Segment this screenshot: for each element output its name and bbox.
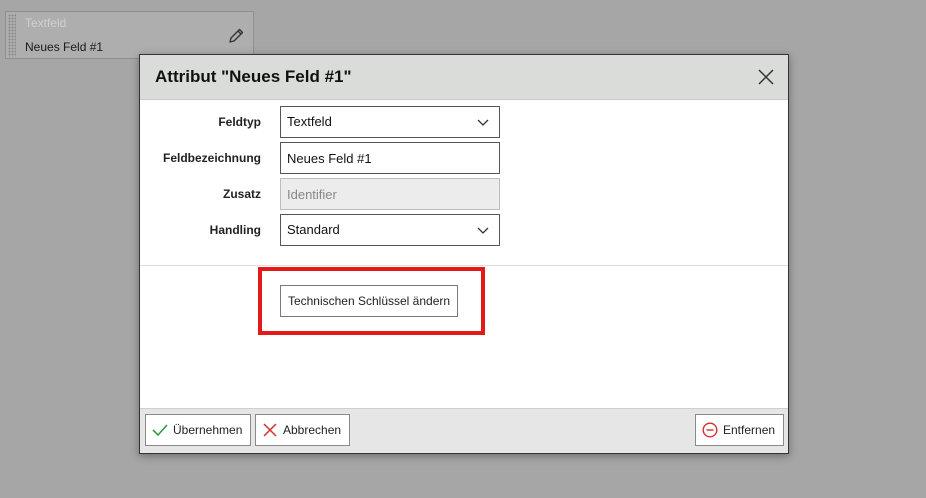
handling-select[interactable]: Standard (280, 214, 500, 246)
apply-label: Übernehmen (173, 423, 243, 437)
drag-handle[interactable] (8, 14, 16, 57)
cancel-button[interactable]: Abbrechen (255, 414, 351, 446)
section-divider (140, 265, 788, 266)
remove-button[interactable]: Entfernen (695, 414, 785, 446)
card-field-type: Textfeld (25, 16, 67, 30)
apply-button[interactable]: Übernehmen (145, 414, 252, 446)
chevron-down-icon (477, 227, 489, 234)
pencil-icon[interactable] (227, 27, 245, 45)
change-technical-key-button[interactable]: Technischen Schlüssel ändern (280, 285, 458, 317)
zusatz-input (280, 178, 500, 210)
feldbezeichnung-label: Feldbezeichnung (162, 151, 261, 165)
row-zusatz: Zusatz (140, 178, 790, 210)
check-icon (152, 424, 168, 437)
zusatz-label: Zusatz (222, 187, 261, 201)
dialog-title: Attribut "Neues Feld #1" (155, 67, 352, 86)
cancel-label: Abbrechen (283, 423, 342, 437)
row-feldbezeichnung: Feldbezeichnung (140, 142, 790, 174)
attribute-dialog: Attribut "Neues Feld #1" Feldtyp Textfel… (139, 54, 789, 454)
row-handling: Handling Standard (140, 214, 790, 246)
row-feldtyp: Feldtyp Textfeld (140, 106, 790, 138)
feldtyp-select[interactable]: Textfeld (280, 106, 500, 138)
minus-circle-icon (702, 422, 718, 438)
card-field-name: Neues Feld #1 (25, 40, 104, 54)
dialog-footer: Übernehmen Abbrechen Entfernen (140, 408, 788, 453)
feldtyp-value: Textfeld (287, 114, 332, 129)
handling-label: Handling (209, 223, 261, 237)
chevron-down-icon (477, 119, 489, 126)
feldbezeichnung-input[interactable] (280, 142, 500, 174)
dialog-titlebar: Attribut "Neues Feld #1" (140, 55, 788, 100)
feldtyp-label: Feldtyp (218, 115, 261, 129)
background-field-card[interactable]: Textfeld Neues Feld #1 (5, 11, 254, 59)
handling-value: Standard (287, 222, 340, 237)
remove-label: Entfernen (723, 423, 776, 437)
x-icon (263, 423, 277, 437)
close-icon[interactable] (756, 67, 776, 87)
